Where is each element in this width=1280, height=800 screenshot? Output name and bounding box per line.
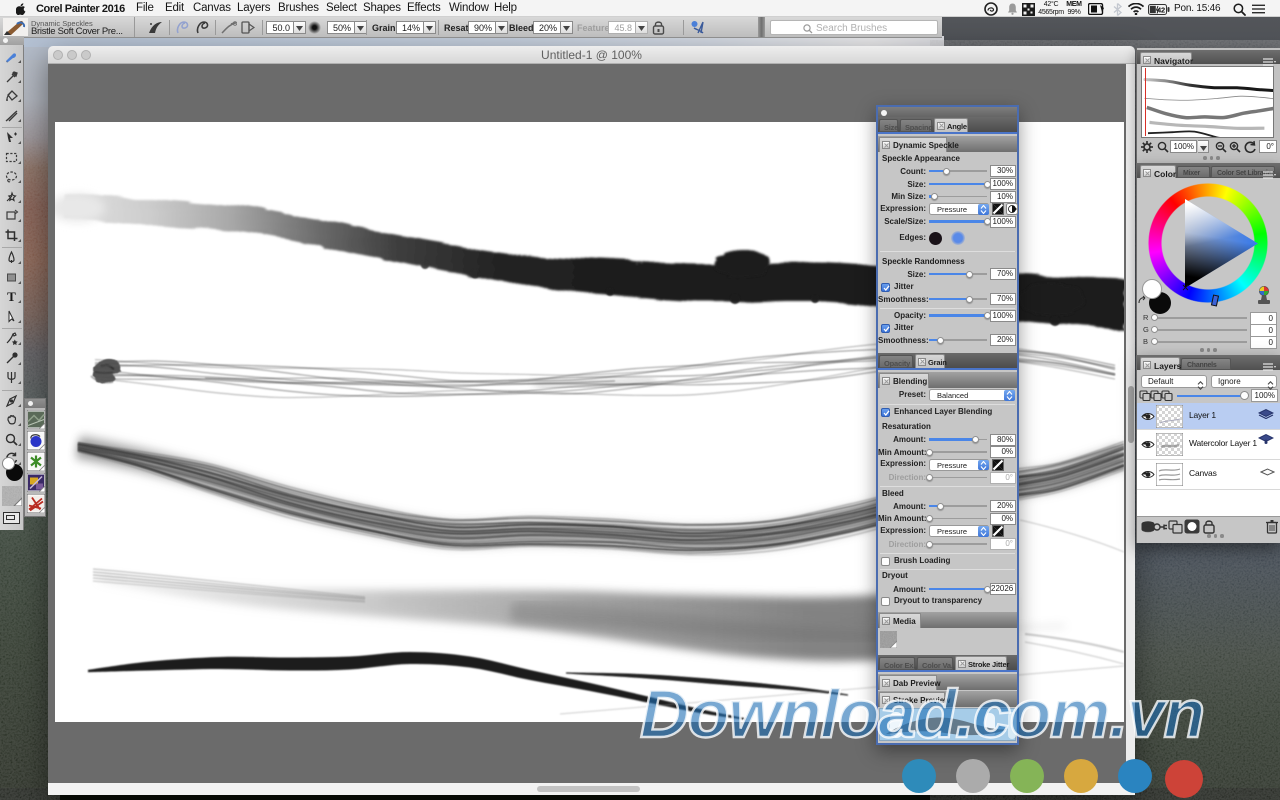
svg-text:T: T: [7, 289, 16, 304]
